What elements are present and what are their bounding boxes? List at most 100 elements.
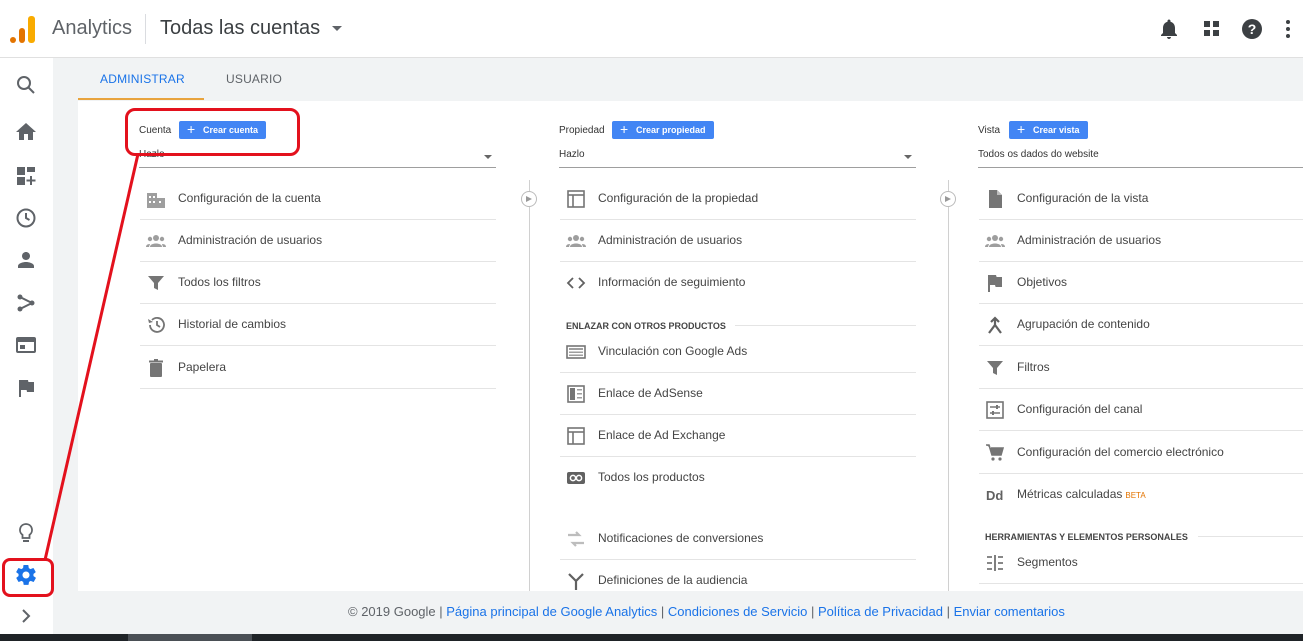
lightbulb-icon[interactable]: [14, 521, 38, 545]
code-icon: [566, 274, 586, 292]
link-icon: [566, 469, 586, 487]
chevron-down-icon[interactable]: [332, 26, 342, 31]
header-divider: [145, 14, 146, 44]
adsense-link-item[interactable]: Enlace de AdSense: [560, 373, 916, 415]
analytics-logo-icon[interactable]: [10, 15, 36, 43]
trash-icon: [146, 359, 166, 377]
footer-link-analytics-home[interactable]: Página principal de Google Analytics: [446, 604, 657, 619]
segments-item[interactable]: Segmentos: [979, 542, 1303, 584]
bell-icon[interactable]: [1157, 17, 1181, 41]
personal-tools-section-header: HERRAMIENTAS Y ELEMENTOS PERSONALES: [985, 532, 1188, 542]
segments-icon: [985, 554, 1005, 572]
search-icon[interactable]: [14, 73, 38, 97]
clock-icon[interactable]: [14, 206, 38, 230]
window-icon: [566, 190, 586, 208]
plus-icon: +: [620, 121, 629, 137]
acquisition-icon[interactable]: [14, 291, 38, 315]
account-user-management-item[interactable]: Administración de usuarios: [140, 220, 496, 262]
account-settings-item[interactable]: Configuración de la cuenta: [140, 178, 496, 220]
dd-icon: Dd: [985, 486, 1005, 504]
conversion-notifications-item[interactable]: Notificaciones de conversiones: [560, 518, 916, 560]
building-icon: [146, 190, 166, 208]
conversion-icon: [566, 530, 586, 548]
chevron-right-icon[interactable]: [14, 604, 38, 628]
property-settings-item[interactable]: Configuración de la propiedad: [560, 178, 916, 220]
footer-link-feedback[interactable]: Enviar comentarios: [954, 604, 1065, 619]
audience-icon: [566, 572, 586, 590]
footer: © 2019 Google | Página principal de Goog…: [53, 591, 1303, 634]
column-divider: [948, 180, 949, 591]
content-grouping-item[interactable]: Agrupación de contenido: [979, 304, 1303, 346]
help-icon[interactable]: ?: [1240, 17, 1264, 41]
footer-link-terms[interactable]: Condiciones de Servicio: [668, 604, 807, 619]
tracking-info-item[interactable]: Información de seguimiento: [560, 262, 916, 304]
chevron-down-icon: [484, 155, 492, 159]
grouping-icon: [985, 316, 1005, 334]
history-icon: [146, 316, 166, 334]
ad-exchange-link-item[interactable]: Enlace de Ad Exchange: [560, 415, 916, 457]
os-taskbar: [0, 634, 1303, 641]
footer-link-privacy[interactable]: Política de Privacidad: [818, 604, 943, 619]
chevron-down-icon: [904, 155, 912, 159]
change-history-item[interactable]: Historial de cambios: [140, 304, 496, 346]
filter-icon: [146, 274, 166, 292]
behavior-icon[interactable]: [14, 333, 38, 357]
filter-icon: [985, 359, 1005, 377]
svg-text:Dd: Dd: [986, 488, 1003, 503]
account-picker[interactable]: Todas las cuentas: [160, 17, 320, 40]
column-divider: [529, 180, 530, 591]
view-selector[interactable]: Todos os dados do website: [978, 146, 1303, 168]
view-settings-item[interactable]: Configuración de la vista: [979, 178, 1303, 220]
property-column-label: Propiedad: [559, 125, 605, 136]
annotation-highlight-create-account: [125, 108, 300, 156]
adsense-icon: [566, 385, 586, 403]
adexchange-icon: [566, 427, 586, 445]
channel-icon: [985, 401, 1005, 419]
audience-definitions-item[interactable]: Definiciones de la audiencia: [560, 560, 916, 591]
tab-usuario[interactable]: USUARIO: [226, 72, 282, 86]
goals-item[interactable]: Objetivos: [979, 262, 1303, 304]
calculated-metrics-item[interactable]: Dd Métricas calculadas BETA: [979, 474, 1303, 516]
beta-badge: BETA: [1125, 491, 1146, 500]
arrow-right-icon: [940, 191, 956, 207]
google-ads-link-item[interactable]: Vinculación con Google Ads: [560, 331, 916, 373]
document-icon: [985, 190, 1005, 208]
apps-grid-icon[interactable]: [1200, 17, 1224, 41]
plus-icon: +: [1017, 121, 1026, 137]
trash-item[interactable]: Papelera: [140, 347, 496, 389]
annotation-highlight-admin-gear: [2, 558, 54, 597]
create-view-button[interactable]: + Crear vista: [1009, 121, 1088, 139]
people-icon: [566, 232, 586, 250]
people-icon: [146, 232, 166, 250]
taskbar-item[interactable]: [128, 634, 252, 641]
home-icon[interactable]: [14, 120, 38, 144]
section-divider: [735, 325, 916, 326]
section-divider: [1198, 536, 1303, 537]
copyright-text: © 2019 Google: [348, 604, 436, 619]
top-bar: Analytics Todas las cuentas ?: [0, 0, 1303, 58]
link-products-section-header: ENLAZAR CON OTROS PRODUCTOS: [566, 321, 726, 331]
all-products-item[interactable]: Todos los productos: [560, 457, 916, 499]
svg-text:?: ?: [1248, 21, 1257, 37]
create-property-button[interactable]: + Crear propiedad: [612, 121, 714, 139]
person-icon[interactable]: [14, 248, 38, 272]
view-filters-item[interactable]: Filtros: [979, 347, 1303, 389]
arrow-right-icon: [521, 191, 537, 207]
view-user-management-item[interactable]: Administración de usuarios: [979, 220, 1303, 262]
more-vert-icon[interactable]: [1276, 17, 1300, 41]
property-selector[interactable]: Hazlo: [559, 146, 916, 168]
tab-administrar[interactable]: ADMINISTRAR: [100, 72, 185, 86]
ecommerce-settings-item[interactable]: Configuración del comercio electrónico: [979, 432, 1303, 474]
app-name: Analytics: [52, 17, 133, 39]
customization-icon[interactable]: [14, 164, 38, 188]
flag-icon[interactable]: [14, 376, 38, 400]
channel-settings-item[interactable]: Configuración del canal: [979, 389, 1303, 431]
left-nav-rail: [0, 58, 53, 634]
active-tab-indicator: [78, 98, 204, 100]
ads-icon: [566, 343, 586, 361]
property-user-management-item[interactable]: Administración de usuarios: [560, 220, 916, 262]
cart-icon: [985, 444, 1005, 462]
flag-icon: [985, 274, 1005, 292]
people-icon: [985, 232, 1005, 250]
account-filters-item[interactable]: Todos los filtros: [140, 262, 496, 304]
